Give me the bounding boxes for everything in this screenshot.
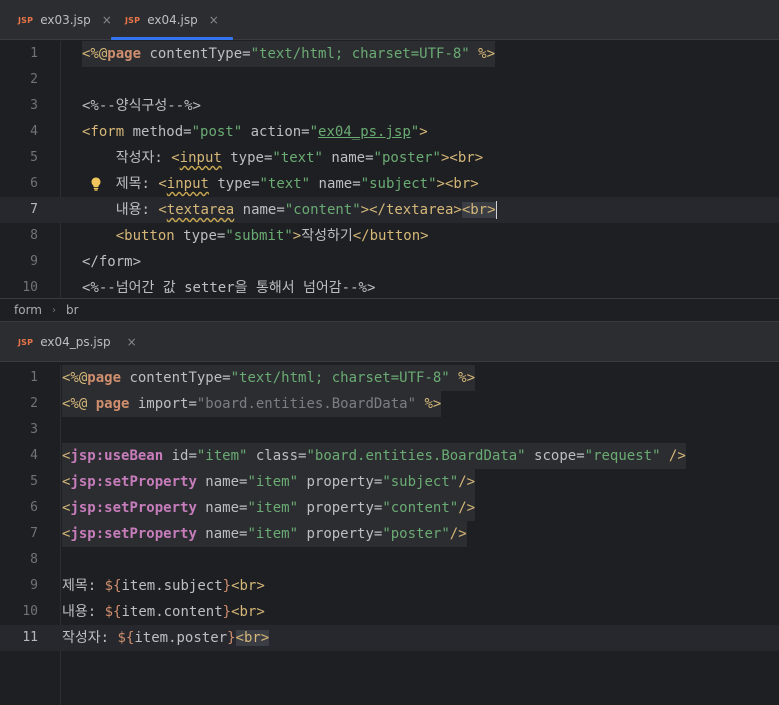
top-code-editor[interactable]: 1 <%@page contentType="text/html; charse… [0, 41, 779, 298]
line-number: 10 [22, 604, 38, 619]
top-tab-bar: JSP ex03.jsp × JSP ex04.jsp × [0, 0, 779, 40]
line-number: 6 [30, 176, 38, 191]
code-line-10[interactable]: 10 내용: ${item.content}<br> [0, 599, 779, 625]
code-line-3[interactable]: 3 <%--양식구성--%> [0, 93, 779, 119]
code-text: <%@page contentType="text/html; charset=… [62, 365, 476, 391]
code-line-1[interactable]: 1 <%@page contentType="text/html; charse… [0, 41, 779, 67]
line-number: 3 [30, 98, 38, 113]
code-text: <jsp:setProperty name="item" property="c… [62, 495, 476, 521]
line-number: 4 [30, 448, 38, 463]
line-number: 9 [30, 254, 38, 269]
code-text: <jsp:useBean id="item" class="board.enti… [62, 443, 686, 469]
text-caret [495, 201, 497, 219]
code-text: 제목: <input type="text" name="subject"><b… [82, 176, 479, 192]
line-number: 2 [30, 396, 38, 411]
code-line-4[interactable]: 4 <form method="post" action="ex04_ps.js… [0, 119, 779, 145]
code-text: <button type="submit">작성하기</button> [115, 228, 429, 244]
tab-ex03-jsp[interactable]: JSP ex03.jsp × [18, 0, 112, 40]
code-line-9[interactable]: 9 제목: ${item.subject}<br> [0, 573, 779, 599]
code-text: 내용: <textarea name="content"></textarea>… [82, 201, 497, 219]
code-line-9[interactable]: 9 </form> [0, 249, 779, 275]
code-line-7-current[interactable]: 7 내용: <textarea name="content"></textare… [0, 197, 779, 223]
code-line-4[interactable]: 4 <jsp:useBean id="item" class="board.en… [0, 443, 779, 469]
code-line-5[interactable]: 5 <jsp:setProperty name="item" property=… [0, 469, 779, 495]
line-number: 2 [30, 72, 38, 87]
jsp-file-icon: JSP [18, 337, 34, 347]
code-text: <jsp:setProperty name="item" property="p… [62, 521, 467, 547]
bottom-code-editor[interactable]: 1 <%@page contentType="text/html; charse… [0, 365, 779, 705]
code-line-11-current[interactable]: 11 작성자: ${item.poster}<br> [0, 625, 779, 651]
code-line-2[interactable]: 2 [0, 67, 779, 93]
code-text: 작성자: ${item.poster}<br> [62, 630, 270, 646]
line-number: 5 [30, 474, 38, 489]
tab-ex04-ps-jsp[interactable]: JSP ex04_ps.jsp × [18, 322, 137, 362]
line-number: 6 [30, 500, 38, 515]
line-number: 7 [30, 202, 38, 217]
line-number: 3 [30, 422, 38, 437]
code-line-3[interactable]: 3 [0, 417, 779, 443]
code-line-6[interactable]: 6 <jsp:setProperty name="item" property=… [0, 495, 779, 521]
breadcrumb-item-br[interactable]: br [66, 303, 79, 317]
code-text: 내용: ${item.content}<br> [62, 604, 265, 620]
file-reference-link[interactable]: ex04_ps.jsp [318, 124, 411, 140]
code-text: <%--양식구성--%> [82, 98, 201, 114]
code-text: <%--넘어간 값 setter을 통해서 넘어감--%> [82, 280, 376, 296]
code-line-7[interactable]: 7 <jsp:setProperty name="item" property=… [0, 521, 779, 547]
line-number: 4 [30, 124, 38, 139]
code-line-5[interactable]: 5 작성자: <input type="text" name="poster">… [0, 145, 779, 171]
code-text: <%@ page import="board.entities.BoardDat… [62, 391, 442, 417]
code-text: 작성자: <input type="text" name="poster"><b… [82, 150, 484, 166]
line-number: 8 [30, 552, 38, 567]
breadcrumb: form › br [0, 298, 779, 322]
line-number: 9 [30, 578, 38, 593]
code-text: <jsp:setProperty name="item" property="s… [62, 469, 476, 495]
line-number: 7 [30, 526, 38, 541]
line-number: 1 [30, 370, 38, 385]
close-icon[interactable]: × [209, 13, 219, 27]
line-number: 10 [22, 280, 38, 295]
code-line-2[interactable]: 2 <%@ page import="board.entities.BoardD… [0, 391, 779, 417]
code-line-1[interactable]: 1 <%@page contentType="text/html; charse… [0, 365, 779, 391]
code-line-6[interactable]: 6 제목: <input type="text" name="subject">… [0, 171, 779, 197]
code-line-8[interactable]: 8 [0, 547, 779, 573]
code-text: <form method="post" action="ex04_ps.jsp"… [82, 124, 428, 140]
code-line-10[interactable]: 10 <%--넘어간 값 setter을 통해서 넘어감--%> [0, 275, 779, 298]
close-icon[interactable]: × [127, 335, 137, 349]
line-number: 8 [30, 228, 38, 243]
tab-label: ex04.jsp [147, 13, 198, 27]
code-line-8[interactable]: 8 <button type="submit">작성하기</button> [0, 223, 779, 249]
code-text: </form> [82, 254, 142, 270]
tab-ex04-jsp[interactable]: JSP ex04.jsp × [111, 0, 233, 40]
line-number: 5 [30, 150, 38, 165]
code-text: <%@page contentType="text/html; charset=… [82, 41, 496, 67]
breadcrumb-item-form[interactable]: form [14, 303, 42, 317]
chevron-right-icon: › [51, 304, 56, 316]
tab-label: ex03.jsp [40, 13, 91, 27]
bottom-tab-bar: JSP ex04_ps.jsp × [0, 322, 779, 362]
line-number: 11 [22, 630, 38, 645]
line-number: 1 [30, 46, 38, 61]
jsp-file-icon: JSP [125, 15, 141, 25]
code-text: 제목: ${item.subject}<br> [62, 578, 265, 594]
jsp-file-icon: JSP [18, 15, 34, 25]
tab-label: ex04_ps.jsp [40, 335, 111, 349]
